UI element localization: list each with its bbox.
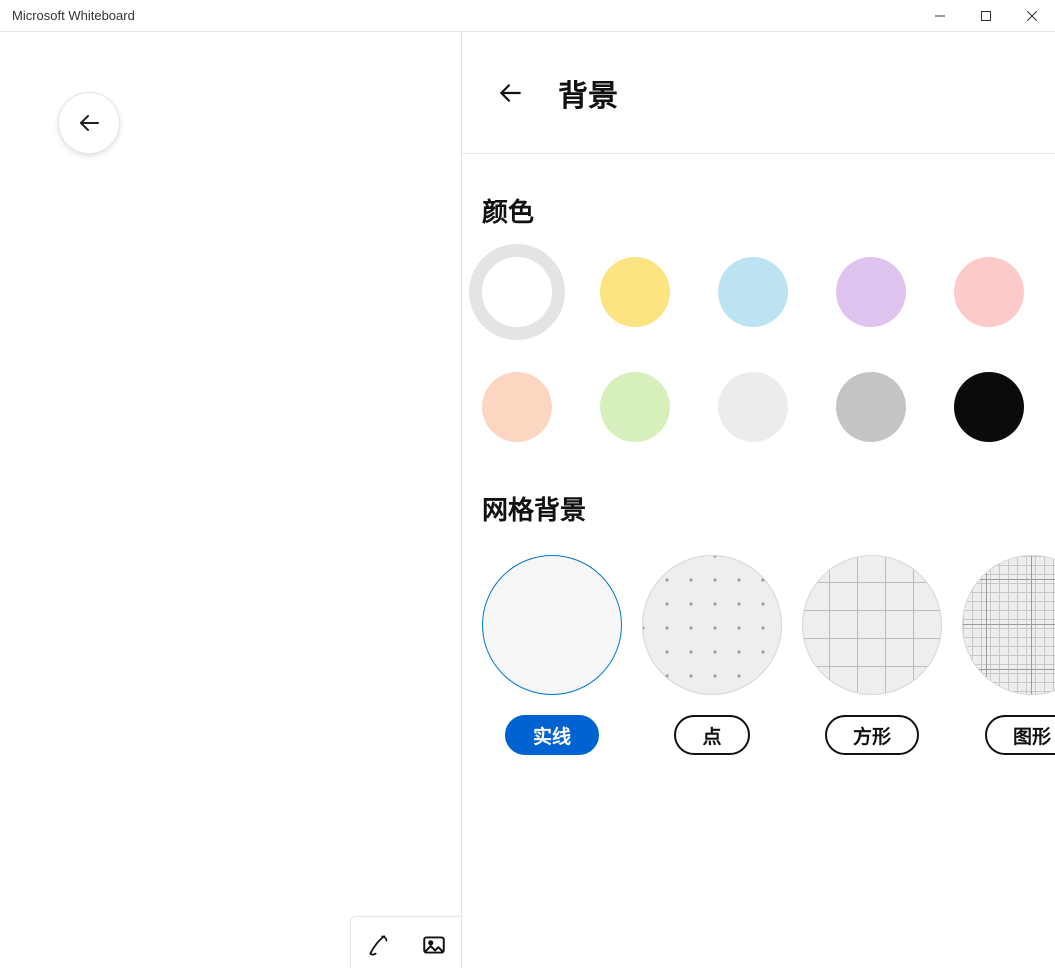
grid-option-solid: 实线: [482, 555, 622, 755]
color-grid: [482, 257, 1055, 442]
color-swatch-green[interactable]: [600, 372, 670, 442]
color-swatch-peach[interactable]: [482, 372, 552, 442]
color-swatch-blue[interactable]: [718, 257, 788, 327]
panel-header: 背景: [462, 32, 1055, 154]
grid-option-dot: 点: [642, 555, 782, 755]
background-panel: 背景 颜色 网格背景 实线 点 方形 图形: [461, 32, 1055, 968]
grid-option-square: 方形: [802, 555, 942, 755]
pen-icon: [367, 932, 393, 958]
color-swatch-pink[interactable]: [954, 257, 1024, 327]
minimize-button[interactable]: [917, 0, 963, 31]
color-swatch-white[interactable]: [482, 257, 552, 327]
grid-button-solid[interactable]: 实线: [505, 715, 599, 755]
grid-button-square[interactable]: 方形: [825, 715, 919, 755]
color-section-title: 颜色: [482, 192, 1055, 229]
panel-title: 背景: [558, 71, 618, 115]
grid-button-dot[interactable]: 点: [674, 715, 749, 755]
grid-button-graph[interactable]: 图形: [985, 715, 1055, 755]
titlebar: Microsoft Whiteboard: [0, 0, 1055, 32]
arrow-left-icon: [497, 80, 523, 106]
image-tool-button[interactable]: [421, 932, 447, 958]
color-swatch-yellow[interactable]: [600, 257, 670, 327]
close-button[interactable]: [1009, 0, 1055, 31]
panel-back-button[interactable]: [480, 63, 540, 123]
bottom-toolbar: [350, 916, 461, 968]
color-swatch-light-gray[interactable]: [718, 372, 788, 442]
grid-preview-solid[interactable]: [482, 555, 622, 695]
pen-tool-button[interactable]: [367, 932, 393, 958]
window-title: Microsoft Whiteboard: [12, 8, 135, 23]
image-icon: [421, 932, 447, 958]
back-to-boards-button[interactable]: [58, 92, 120, 154]
color-swatch-purple[interactable]: [836, 257, 906, 327]
grid-preview-square[interactable]: [802, 555, 942, 695]
arrow-left-icon: [77, 111, 101, 135]
color-swatch-black[interactable]: [954, 372, 1024, 442]
grid-preview-dot[interactable]: [642, 555, 782, 695]
grid-option-graph: 图形: [962, 555, 1055, 755]
maximize-button[interactable]: [963, 0, 1009, 31]
color-swatch-gray[interactable]: [836, 372, 906, 442]
grid-preview-graph[interactable]: [962, 555, 1055, 695]
grid-section-title: 网格背景: [482, 490, 1055, 527]
window-controls: [917, 0, 1055, 31]
grid-row: 实线 点 方形 图形: [482, 555, 1055, 755]
whiteboard-canvas[interactable]: [0, 32, 461, 968]
